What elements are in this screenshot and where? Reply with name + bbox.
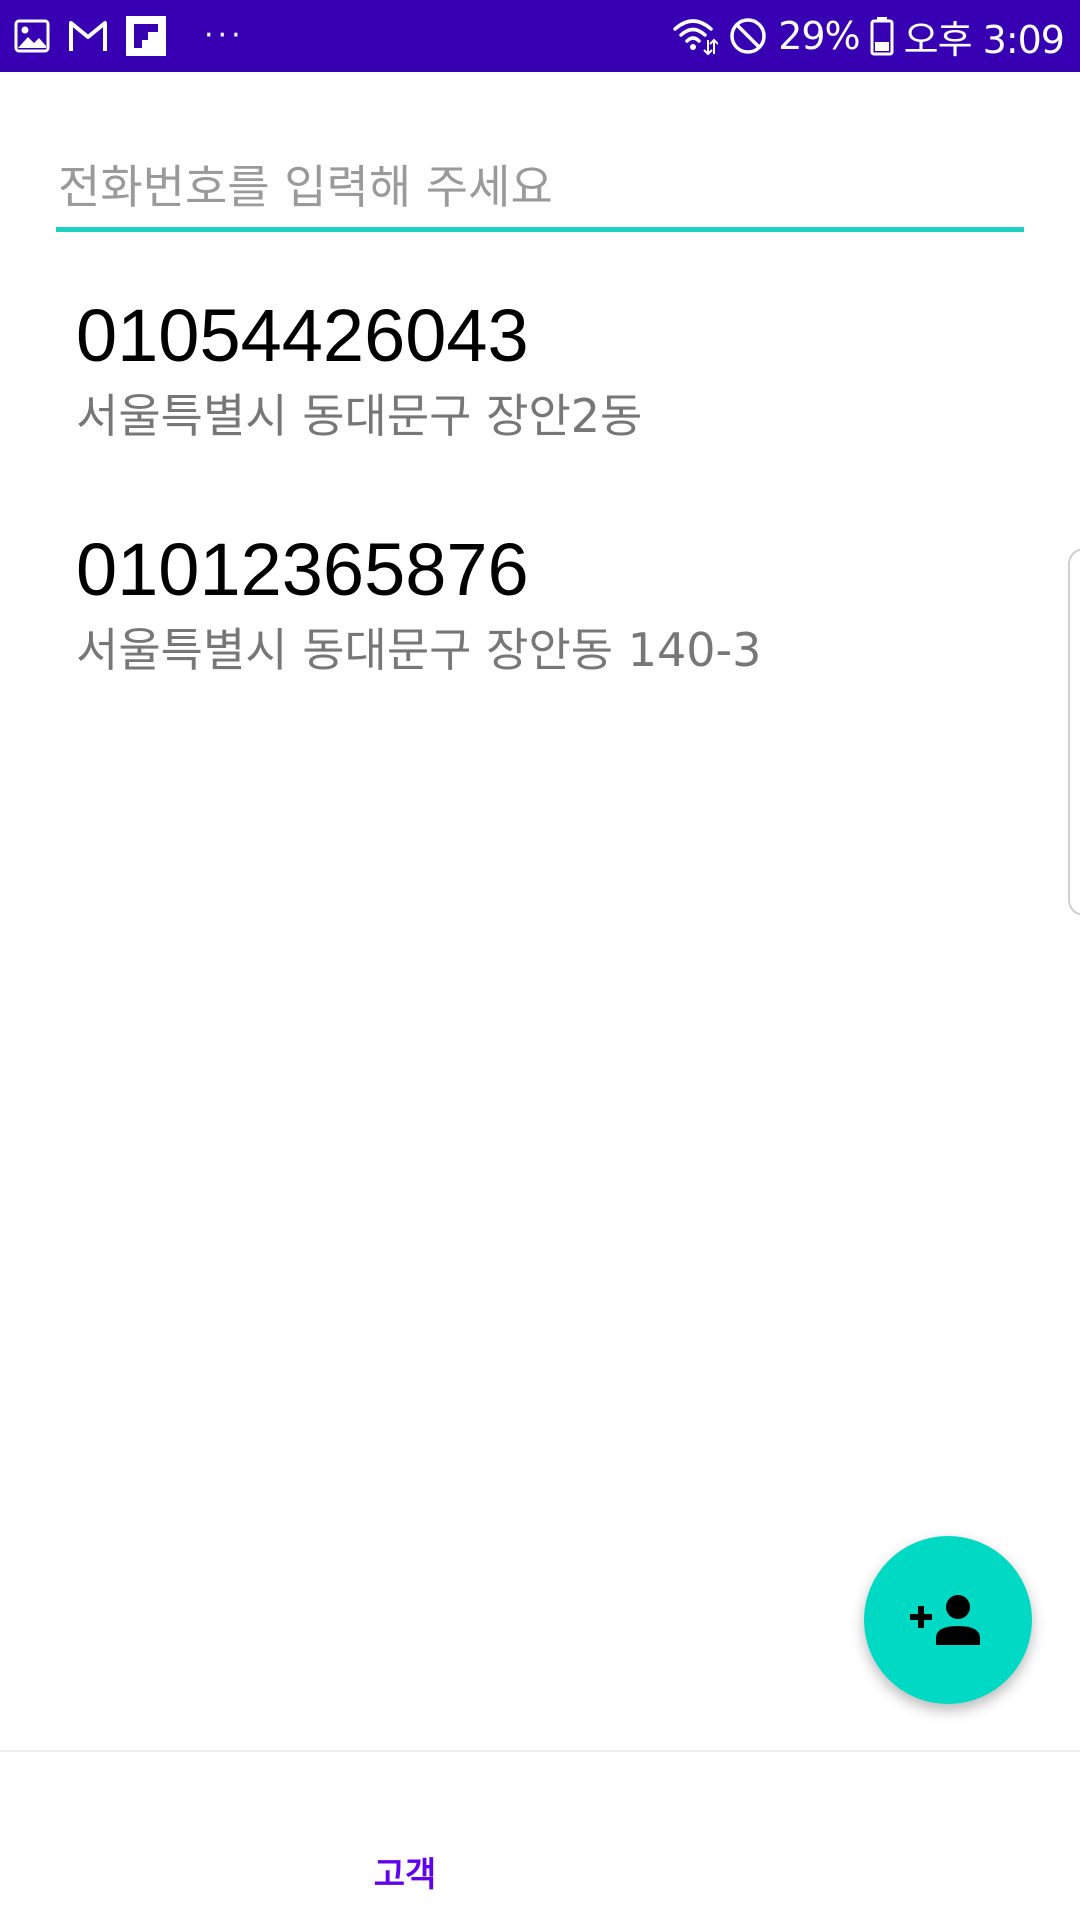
- person-add-icon: [910, 1595, 980, 1645]
- do-not-disturb-icon: [730, 18, 766, 54]
- bottom-navigation: 고객: [0, 1750, 1080, 1920]
- tab-customers-label: 고객: [373, 1855, 437, 1895]
- image-icon: [14, 19, 50, 53]
- customer-list-item[interactable]: 01054426043 서울특별시 동대문구 장안2동: [76, 290, 1036, 524]
- phone-search-field: [56, 148, 1024, 232]
- customer-phone: 01012365876: [76, 528, 529, 611]
- customer-address: 서울특별시 동대문구 장안동 140-3: [76, 623, 762, 677]
- customer-phone: 01054426043: [76, 294, 529, 377]
- tab-customers[interactable]: 고객: [300, 1752, 510, 1920]
- flipboard-icon: [126, 16, 166, 56]
- customer-list: 01054426043 서울특별시 동대문구 장안2동 01012365876 …: [76, 290, 1036, 758]
- wifi-icon: [673, 19, 719, 56]
- search-underline: [56, 227, 1024, 232]
- gmail-icon: [69, 21, 107, 51]
- phone-search-input[interactable]: [56, 148, 1024, 226]
- add-customer-button[interactable]: [864, 1536, 1032, 1704]
- clock: 오후 3:09: [903, 17, 1065, 62]
- customer-list-item[interactable]: 01012365876 서울특별시 동대문구 장안동 140-3: [76, 524, 1036, 758]
- customer-address: 서울특별시 동대문구 장안2동: [76, 389, 643, 443]
- status-bar: ··· 29% 오후 3:09: [0, 0, 1080, 72]
- edge-panel-handle[interactable]: [1068, 548, 1080, 916]
- battery-icon: [870, 17, 894, 56]
- more-notifications-indicator: ···: [204, 18, 245, 53]
- system-icons: 29% 오후 3:09: [672, 10, 1065, 62]
- battery-percent: 29%: [778, 14, 860, 58]
- notification-icons: ···: [14, 14, 245, 58]
